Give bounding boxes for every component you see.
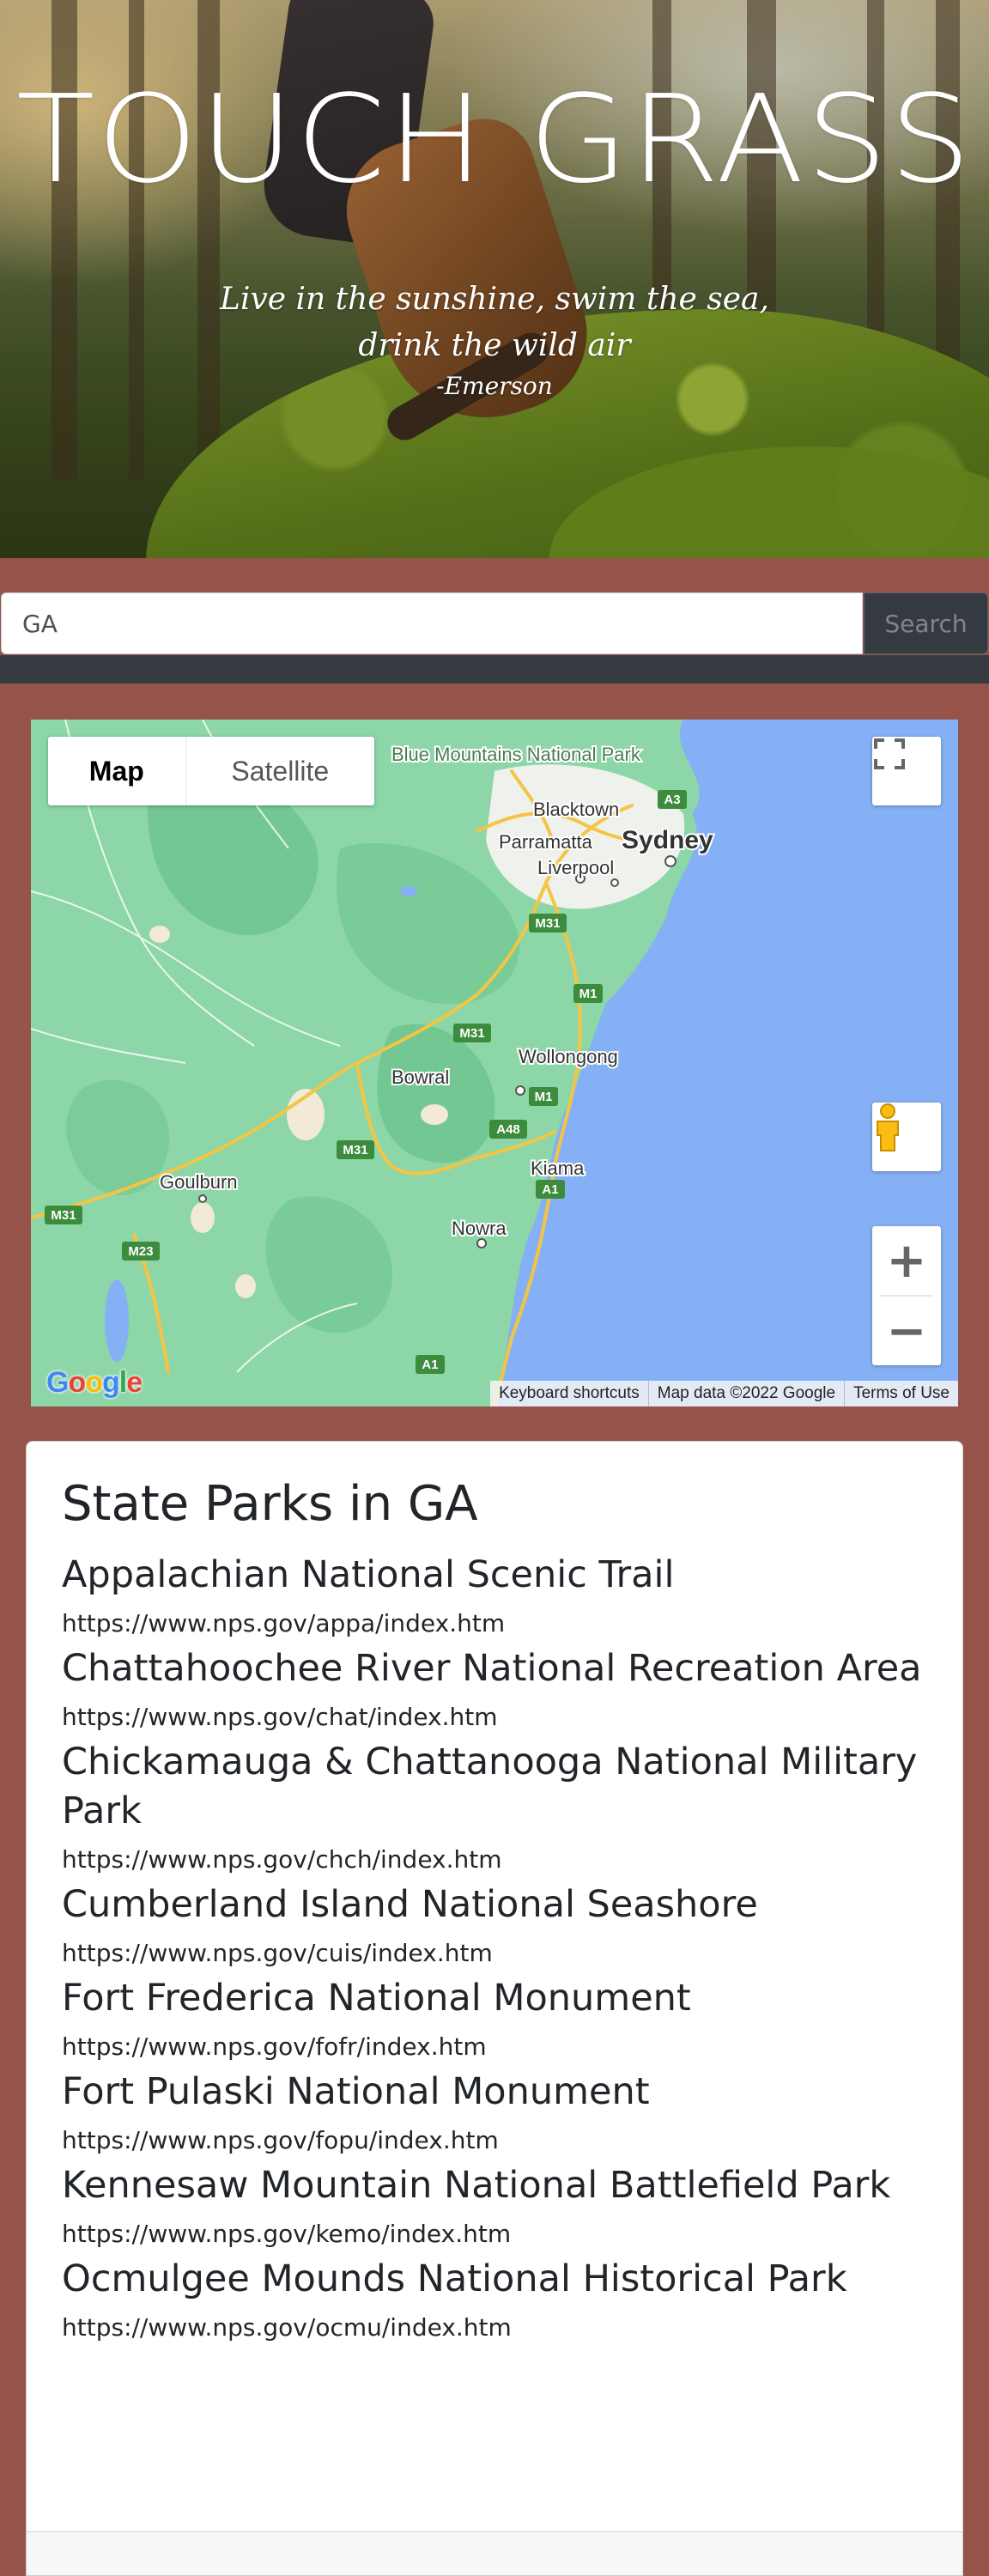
park-list-item: Kennesaw Mountain National Battlefield P…: [62, 2161, 927, 2250]
hero-title: TOUCH GRASS: [15, 70, 974, 210]
park-list-item: Ocmulgee Mounds National Historical Park…: [62, 2255, 927, 2343]
map[interactable]: Blue Mountains National Park Blacktown P…: [31, 720, 958, 1406]
park-list-item: Chickamauga & Chattanooga National Milit…: [62, 1738, 927, 1875]
road-shield: M31: [337, 1140, 374, 1159]
park-name: Fort Frederica National Monument: [62, 1976, 691, 2020]
svg-text:A1: A1: [542, 1182, 558, 1197]
zoom-control: + −: [872, 1226, 941, 1365]
road-shield: M31: [45, 1206, 82, 1224]
park-url[interactable]: https://www.nps.gov/fofr/index.htm: [62, 2032, 927, 2063]
map-data-attribution: Map data ©2022 Google: [647, 1381, 844, 1406]
street-view-pegman-button[interactable]: [872, 1103, 941, 1171]
parks-card: State Parks in GA Appalachian National S…: [26, 1441, 963, 2576]
park-url[interactable]: https://www.nps.gov/kemo/index.htm: [62, 2219, 927, 2250]
map-label-kiama: Kiama: [531, 1157, 585, 1179]
svg-text:M1: M1: [535, 1090, 553, 1104]
map-type-satellite-button[interactable]: Satellite: [186, 737, 374, 805]
svg-text:A1: A1: [422, 1358, 438, 1372]
google-logo[interactable]: Google: [46, 1366, 143, 1400]
terms-of-use-link[interactable]: Terms of Use: [844, 1381, 958, 1406]
quote-line: drink the wild air: [358, 328, 631, 363]
svg-text:M31: M31: [343, 1143, 367, 1157]
road-shield: A3: [658, 790, 687, 809]
svg-text:M31: M31: [535, 916, 560, 931]
fullscreen-button[interactable]: [872, 737, 941, 805]
park-list-item: Chattahoochee River National Recreation …: [62, 1644, 927, 1733]
quote-line: Live in the sunshine, swim the sea,: [220, 282, 769, 317]
hero-banner: TOUCH GRASS Live in the sunshine, swim t…: [0, 0, 989, 558]
road-shield: A48: [489, 1120, 527, 1139]
map-label-parramatta: Parramatta: [499, 831, 593, 853]
park-list: Appalachian National Scenic Trail https:/…: [62, 1551, 927, 2343]
road-shield: M31: [529, 914, 567, 933]
quote-author: -Emerson: [436, 372, 553, 400]
tan-patch: [421, 1104, 448, 1125]
card-footer: [27, 2531, 962, 2575]
navbar-strip: [0, 655, 989, 683]
park-list-item: Fort Pulaski National Monument https://ww…: [62, 2068, 927, 2156]
park-name: Chickamauga & Chattanooga National Milit…: [62, 1740, 918, 1832]
park-url[interactable]: https://www.nps.gov/ocmu/index.htm: [62, 2312, 927, 2343]
park-name: Appalachian National Scenic Trail: [62, 1552, 675, 1596]
park-name: Cumberland Island National Seashore: [62, 1882, 758, 1926]
map-label-blacktown: Blacktown: [533, 799, 619, 820]
keyboard-shortcuts-link[interactable]: Keyboard shortcuts: [490, 1381, 648, 1406]
park-name: Chattahoochee River National Recreation …: [62, 1646, 922, 1690]
park-name: Ocmulgee Mounds National Historical Park: [62, 2257, 847, 2300]
map-label-nowra: Nowra: [452, 1218, 507, 1239]
park-url[interactable]: https://www.nps.gov/fopu/index.htm: [62, 2125, 927, 2156]
map-label-bowral: Bowral: [391, 1066, 449, 1088]
svg-text:M23: M23: [128, 1244, 153, 1259]
park-name: Kennesaw Mountain National Battlefield P…: [62, 2163, 891, 2207]
map-label-blue-mountains: Blue Mountains National Park: [391, 744, 641, 765]
svg-text:A48: A48: [496, 1122, 520, 1137]
road-shield: M31: [453, 1024, 491, 1042]
road-shield: A1: [416, 1355, 445, 1374]
svg-text:A3: A3: [664, 793, 680, 807]
search-input[interactable]: [1, 592, 863, 654]
road-shield: M1: [529, 1087, 558, 1106]
svg-text:M31: M31: [459, 1026, 484, 1041]
tan-patch: [149, 926, 170, 943]
park-list-item: Fort Frederica National Monument https://…: [62, 1974, 927, 2063]
park-list-item: Appalachian National Scenic Trail https:/…: [62, 1551, 927, 1639]
parks-heading: State Parks in GA: [62, 1476, 478, 1532]
park-url[interactable]: https://www.nps.gov/chch/index.htm: [62, 1844, 927, 1875]
park-list-item: Cumberland Island National Seashore https…: [62, 1880, 927, 1969]
park-url[interactable]: https://www.nps.gov/chat/index.htm: [62, 1702, 927, 1733]
svg-text:M1: M1: [579, 987, 598, 1001]
lake: [105, 1279, 129, 1362]
park-url[interactable]: https://www.nps.gov/appa/index.htm: [62, 1608, 927, 1639]
park-url[interactable]: https://www.nps.gov/cuis/index.htm: [62, 1938, 927, 1969]
road-shield: M23: [122, 1242, 160, 1261]
park-name: Fort Pulaski National Monument: [62, 2069, 650, 2113]
map-type-control: Map Satellite: [48, 737, 374, 805]
zoom-in-button[interactable]: +: [872, 1226, 941, 1295]
parks-card-body: State Parks in GA Appalachian National S…: [27, 1479, 962, 2343]
hero-quote: Live in the sunshine, swim the sea, drin…: [0, 276, 989, 404]
tan-patch: [191, 1202, 215, 1233]
map-label-liverpool: Liverpool: [537, 857, 614, 878]
zoom-out-button[interactable]: −: [872, 1297, 941, 1365]
svg-text:M31: M31: [51, 1208, 76, 1223]
tan-patch: [235, 1274, 256, 1298]
pegman-icon: [877, 1103, 899, 1151]
map-footer: Keyboard shortcuts Map data ©2022 Google…: [490, 1381, 958, 1406]
lake: [400, 886, 417, 896]
map-label-wollongong: Wollongong: [519, 1046, 618, 1067]
map-label-sydney: Sydney: [622, 826, 713, 854]
map-canvas[interactable]: Blue Mountains National Park Blacktown P…: [31, 720, 958, 1406]
map-type-map-button[interactable]: Map: [48, 737, 186, 805]
road-shield: A1: [536, 1180, 565, 1199]
map-label-goulburn: Goulburn: [160, 1171, 238, 1193]
road-shield: M1: [573, 984, 603, 1003]
search-button[interactable]: Search: [864, 592, 988, 654]
fullscreen-icon: [874, 738, 905, 769]
